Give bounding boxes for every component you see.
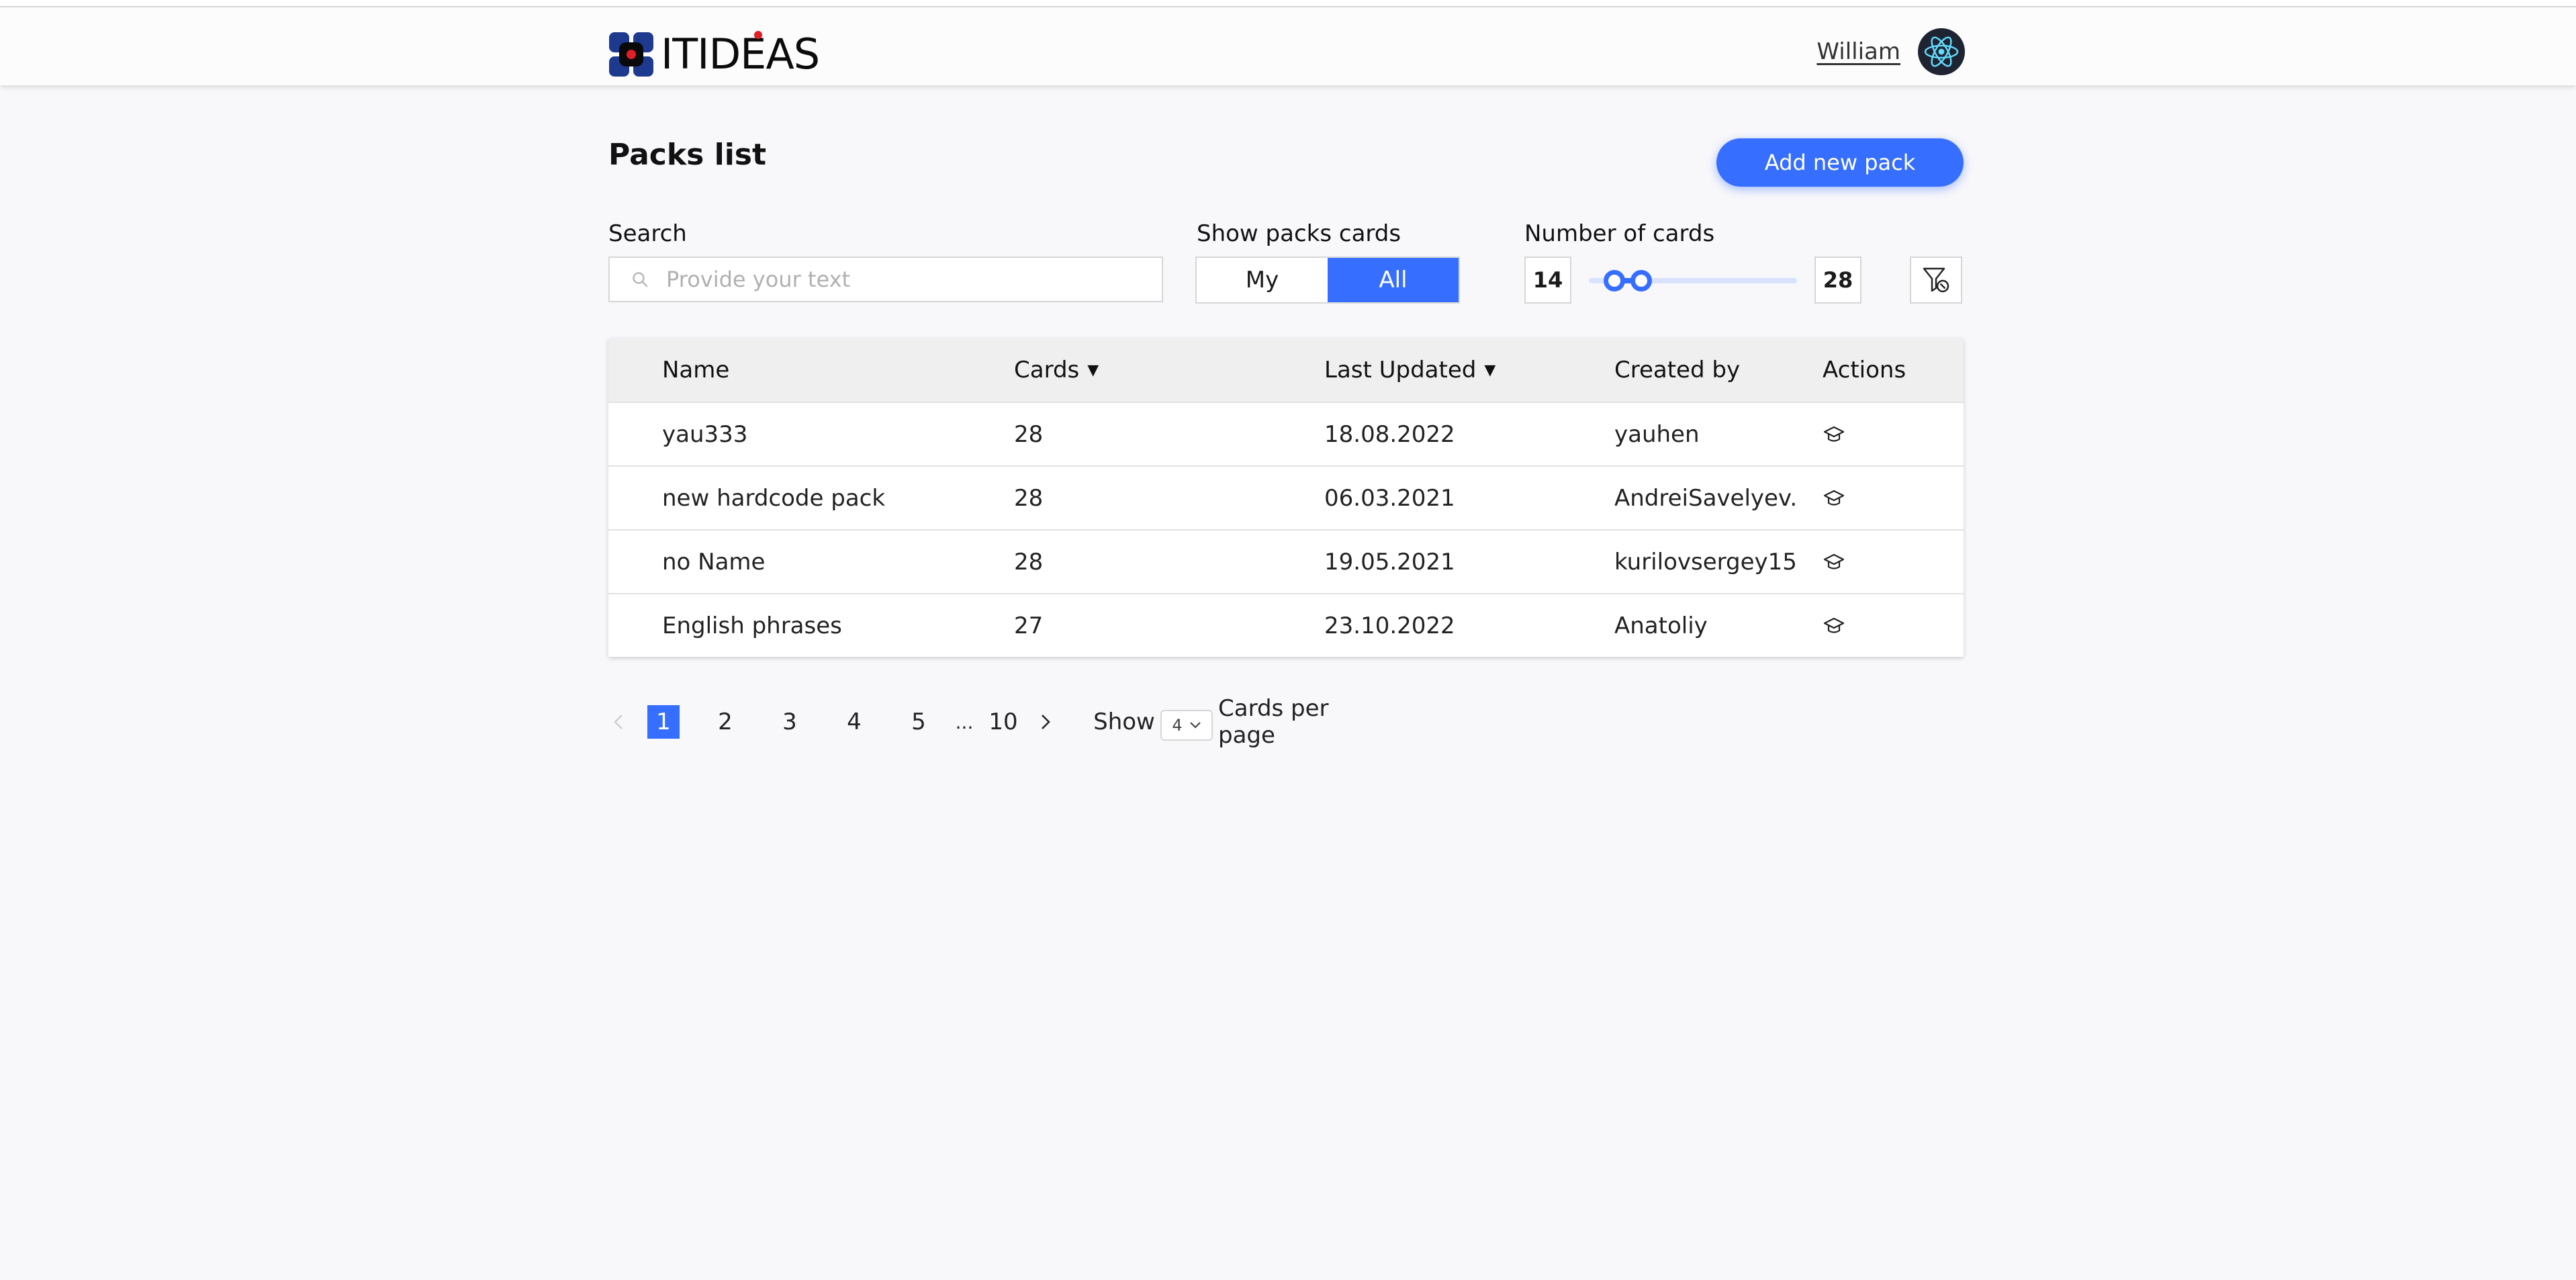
slider-max-handle[interactable] bbox=[1630, 270, 1652, 291]
filter-reset-icon bbox=[1923, 267, 1949, 293]
learn-icon bbox=[1823, 426, 1845, 442]
pack-name[interactable]: no Name bbox=[662, 531, 765, 593]
table-row[interactable]: no Name 28 19.05.2021 kurilovsergey15... bbox=[608, 529, 1964, 593]
pack-updated: 06.03.2021 bbox=[1324, 484, 1455, 512]
pagination: 1 2 3 4 5 ... 10 Show Cards per page bbox=[608, 695, 1414, 749]
chevron-down-icon bbox=[1189, 722, 1201, 729]
pack-created-by: AndreiSavelyev... bbox=[1614, 484, 1796, 512]
column-last-updated-label: Last Updated bbox=[1324, 357, 1477, 383]
pack-created-by: kurilovsergey15... bbox=[1614, 548, 1796, 576]
pack-cards: 27 bbox=[1014, 612, 1044, 639]
number-of-cards-label: Number of cards bbox=[1524, 220, 1715, 247]
page-3[interactable]: 3 bbox=[774, 705, 806, 739]
learn-button[interactable] bbox=[1823, 531, 1845, 593]
chevron-left-icon[interactable] bbox=[608, 705, 629, 739]
page-ellipsis: ... bbox=[955, 711, 974, 733]
table-row[interactable]: new hardcode pack 28 06.03.2021 AndreiSa… bbox=[608, 465, 1964, 529]
user-name[interactable]: William bbox=[1816, 38, 1900, 65]
table-row[interactable]: English phrases 27 23.10.2022 Anatoliy bbox=[608, 593, 1964, 657]
toggle-my[interactable]: My bbox=[1197, 258, 1328, 302]
toggle-all[interactable]: All bbox=[1328, 258, 1459, 302]
learn-icon bbox=[1823, 553, 1845, 569]
page-10[interactable]: 10 bbox=[983, 705, 1023, 739]
sort-down-icon[interactable]: ▼ bbox=[1087, 362, 1099, 379]
search-field[interactable] bbox=[608, 257, 1163, 302]
learn-button[interactable] bbox=[1823, 594, 1845, 657]
per-page-value: 4 bbox=[1172, 716, 1183, 735]
window-top-border bbox=[0, 0, 2576, 7]
show-packs-toggle[interactable]: My All bbox=[1195, 257, 1460, 304]
pack-updated: 23.10.2022 bbox=[1324, 612, 1455, 639]
search-label: Search bbox=[608, 220, 687, 247]
learn-button[interactable] bbox=[1823, 467, 1845, 529]
cards-per-page-label: Cards per page bbox=[1218, 695, 1329, 749]
page-2[interactable]: 2 bbox=[709, 705, 741, 739]
pack-created-by: Anatoliy bbox=[1614, 612, 1708, 639]
sort-down-icon[interactable]: ▼ bbox=[1484, 362, 1496, 379]
reset-filters-button[interactable] bbox=[1910, 257, 1962, 304]
logo[interactable]: ITIDEAS bbox=[608, 28, 820, 81]
logo-text: ITIDEAS bbox=[661, 30, 820, 79]
logo-dot bbox=[754, 31, 762, 39]
show-packs-label: Show packs cards bbox=[1197, 220, 1401, 247]
cards-per-page-select[interactable]: 4 bbox=[1160, 710, 1213, 741]
pack-cards: 28 bbox=[1014, 420, 1044, 448]
pack-cards: 28 bbox=[1014, 548, 1044, 576]
min-cards-value: 14 bbox=[1524, 257, 1571, 304]
column-last-updated[interactable]: Last Updated ▼ bbox=[1324, 338, 1496, 402]
pack-created-by: yauhen bbox=[1614, 420, 1700, 448]
column-name: Name bbox=[662, 357, 730, 383]
learn-button[interactable] bbox=[1823, 403, 1845, 465]
add-new-pack-button[interactable]: Add new pack bbox=[1716, 138, 1964, 187]
column-actions: Actions bbox=[1823, 357, 1906, 383]
table-header: Name Cards ▼ Last Updated ▼ Created by A… bbox=[608, 338, 1964, 402]
page-5[interactable]: 5 bbox=[903, 705, 935, 739]
chevron-right-icon[interactable] bbox=[1036, 705, 1056, 739]
pack-updated: 19.05.2021 bbox=[1324, 548, 1455, 576]
avatar[interactable] bbox=[1918, 28, 1965, 75]
pack-updated: 18.08.2022 bbox=[1324, 420, 1455, 448]
learn-icon bbox=[1823, 490, 1845, 506]
app-header: ITIDEAS William bbox=[0, 7, 2576, 85]
column-cards-label: Cards bbox=[1014, 357, 1080, 383]
slider-min-handle[interactable] bbox=[1604, 270, 1625, 291]
pack-name[interactable]: English phrases bbox=[662, 594, 842, 657]
pack-cards: 28 bbox=[1014, 484, 1044, 512]
max-cards-value: 28 bbox=[1814, 257, 1861, 304]
page-4[interactable]: 4 bbox=[838, 705, 870, 739]
learn-icon bbox=[1823, 617, 1845, 633]
user-menu[interactable]: William bbox=[1816, 28, 1965, 76]
search-icon bbox=[633, 272, 648, 287]
logo-icon bbox=[609, 32, 653, 77]
search-input[interactable] bbox=[665, 266, 1138, 293]
pack-name[interactable]: new hardcode pack bbox=[662, 467, 885, 529]
packs-table: Name Cards ▼ Last Updated ▼ Created by A… bbox=[608, 338, 1964, 657]
pack-name[interactable]: yau333 bbox=[662, 403, 747, 465]
table-row[interactable]: yau333 28 18.08.2022 yauhen bbox=[608, 402, 1964, 465]
react-avatar-icon bbox=[1924, 36, 1959, 67]
page-title: Packs list bbox=[608, 138, 766, 172]
page-1[interactable]: 1 bbox=[647, 705, 680, 739]
column-cards[interactable]: Cards ▼ bbox=[1014, 338, 1099, 402]
show-label: Show bbox=[1093, 708, 1155, 735]
column-created-by: Created by bbox=[1614, 357, 1741, 383]
